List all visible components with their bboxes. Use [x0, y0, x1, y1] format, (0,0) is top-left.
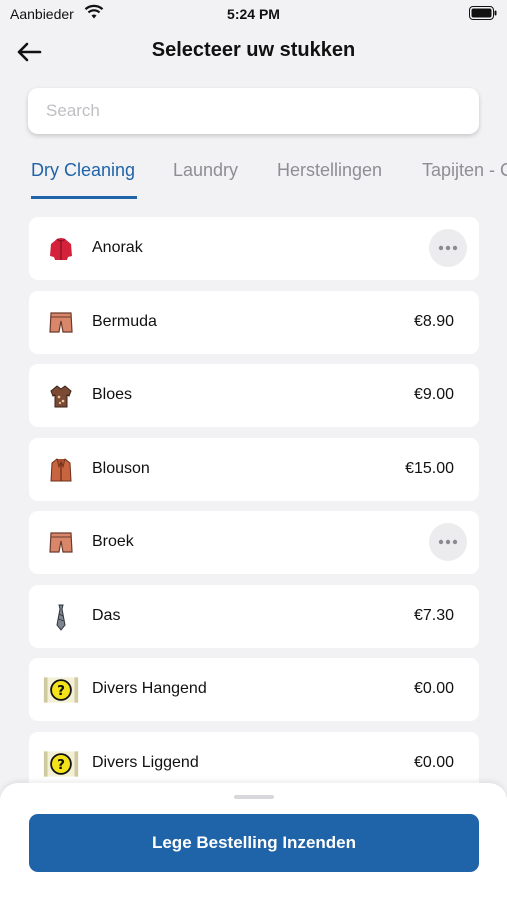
question-icon: ? — [43, 746, 79, 782]
list-item-blouson[interactable]: Blouson €15.00 — [29, 437, 479, 501]
svg-text:?: ? — [57, 756, 65, 772]
item-name: Das — [92, 606, 121, 624]
tab-dry-cleaning[interactable]: Dry Cleaning — [31, 160, 135, 181]
sheet-grabber[interactable] — [234, 795, 274, 799]
item-list: Anorak Bermuda €8.90 Bloes €9.00 Blouson… — [29, 217, 479, 805]
item-name: Divers Liggend — [92, 753, 199, 771]
page-title: Selecteer uw stukken — [151, 39, 356, 61]
item-price: €0.00 — [413, 680, 454, 697]
list-item-broek[interactable]: Broek — [29, 511, 479, 574]
battery-icon — [469, 6, 497, 25]
item-price: €7.30 — [413, 606, 454, 624]
tab-laundry[interactable]: Laundry — [173, 160, 238, 181]
submit-order-button[interactable]: Lege Bestelling Inzenden — [29, 814, 479, 872]
blouse-icon — [43, 378, 79, 414]
more-options-button[interactable] — [429, 229, 467, 267]
item-price: €9.00 — [413, 386, 454, 403]
clock: 5:24 PM — [227, 6, 280, 22]
ellipsis-icon — [438, 539, 458, 545]
nav-header: Selecteer uw stukken — [0, 30, 507, 74]
svg-text:?: ? — [57, 683, 65, 699]
question-icon: ? — [43, 672, 79, 708]
item-name: Bloes — [92, 386, 133, 403]
tie-icon — [43, 599, 79, 635]
search-box[interactable] — [28, 88, 479, 134]
status-bar: Aanbieder 5:24 PM — [0, 0, 507, 28]
item-price: €8.90 — [413, 312, 454, 330]
list-item-anorak[interactable]: Anorak — [29, 217, 479, 280]
list-item-bermuda[interactable]: Bermuda €8.90 — [29, 290, 479, 354]
search-input[interactable] — [44, 100, 463, 122]
item-name: Bermuda — [92, 312, 157, 330]
shorts-icon — [43, 305, 79, 341]
more-options-button[interactable] — [429, 523, 467, 561]
item-name: Divers Hangend — [92, 680, 207, 697]
tab-tapijten[interactable]: Tapijten - C — [422, 160, 507, 181]
ellipsis-icon — [438, 245, 458, 251]
item-name: Blouson — [92, 459, 150, 477]
tab-herstellingen[interactable]: Herstellingen — [277, 160, 382, 181]
item-name: Anorak — [92, 239, 143, 256]
item-price: €0.00 — [413, 753, 454, 771]
item-price: €15.00 — [405, 459, 454, 477]
item-name: Broek — [92, 533, 134, 550]
bottom-sheet: Lege Bestelling Inzenden — [0, 783, 507, 900]
active-tab-indicator — [31, 196, 137, 199]
list-item-divers-hangend[interactable]: ? Divers Hangend €0.00 — [29, 658, 479, 721]
list-item-bloes[interactable]: Bloes €9.00 — [29, 364, 479, 427]
jacket-red-icon — [43, 231, 79, 267]
blouson-icon — [43, 452, 79, 488]
category-tabs: Dry Cleaning Laundry Herstellingen Tapij… — [0, 148, 507, 200]
trousers-icon — [43, 525, 79, 561]
list-item-das[interactable]: Das €7.30 — [29, 584, 479, 648]
